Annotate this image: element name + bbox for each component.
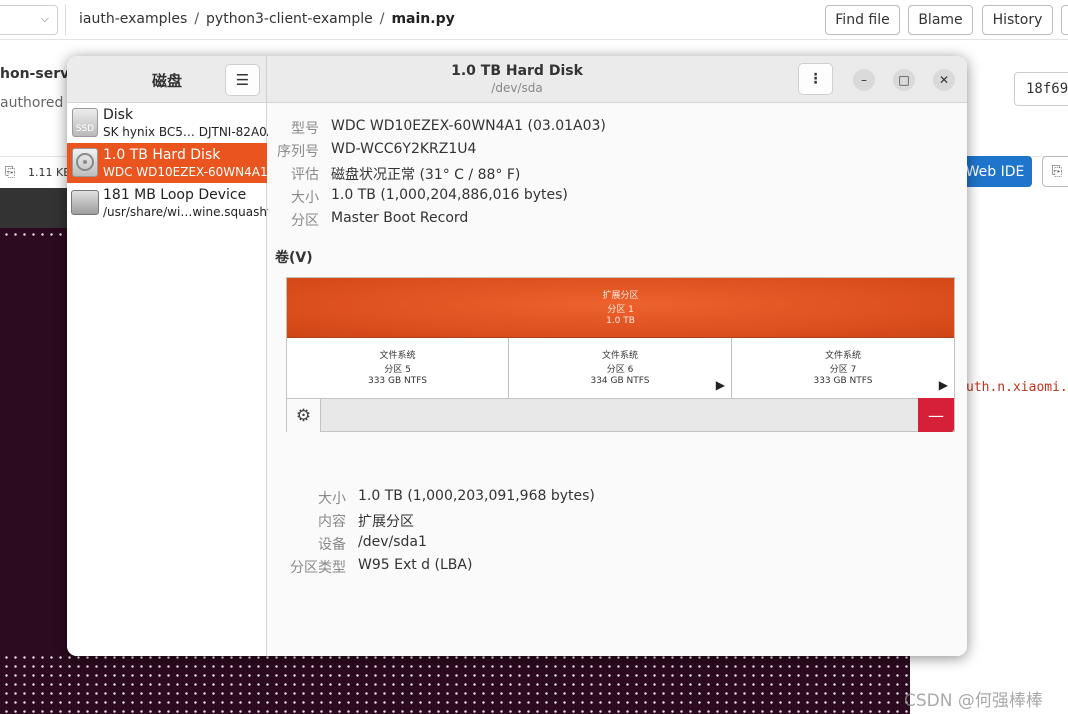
loop-device-icon <box>71 190 99 215</box>
drive-details: 型号 WDC WD10EZEX-60WN4A1 (03.01A03) 序列号 W… <box>268 103 967 656</box>
play-icon: ▶ <box>715 378 725 392</box>
partition-info-type: 分区类型 W95 Ext d (LBA) <box>290 557 473 576</box>
drive-model: /usr/share/wi…wine.squashfs <box>103 205 278 219</box>
partition-info-size: 大小 1.0 TB (1,000,203,091,968 bytes) <box>318 488 595 507</box>
minimize-button[interactable]: – <box>853 69 875 91</box>
play-icon: ▶ <box>938 378 948 392</box>
breadcrumb-item-file: main.py <box>391 11 455 27</box>
kebab-icon: ⋮ <box>808 71 823 87</box>
file-size: 1.11 KB <box>28 166 71 179</box>
window-subtitle: /dev/sda <box>491 81 543 95</box>
copy-icon[interactable]: ⎘ <box>1042 156 1068 187</box>
extended-partition[interactable]: 扩展分区 分区 1 1.0 TB <box>287 278 954 338</box>
disk-info-serial: 序列号 WD-WCC6Y2KRZ1U4 <box>277 141 477 160</box>
drive-model: WDC WD10EZEX-60WN4A1 <box>103 165 268 179</box>
volume-toolbar: ⚙ — <box>287 398 954 432</box>
partition-6[interactable]: 文件系统 分区 6 334 GB NTFS ▶ <box>509 338 732 398</box>
disk-info-model: 型号 WDC WD10EZEX-60WN4A1 (03.01A03) <box>291 118 606 137</box>
ssd-icon: SSD <box>72 108 98 137</box>
file-icon: ⎘ <box>5 165 16 180</box>
code-snippet: uth.n.xiaomi. <box>966 380 1068 395</box>
drive-model: SK hynix BC5… DJTNI-82A0A <box>103 125 275 139</box>
divider <box>65 4 66 36</box>
titlebar: 磁盘 ☰ 1.0 TB Hard Disk /dev/sda ⋮ – □ ✕ <box>67 56 967 103</box>
disk-info-partitioning: 分区 Master Boot Record <box>291 210 469 229</box>
partition-settings-button[interactable]: ⚙ <box>287 399 321 432</box>
close-button[interactable]: ✕ <box>933 69 955 91</box>
web-ide-button[interactable]: Web IDE <box>958 156 1032 187</box>
disk-info-size: 大小 1.0 TB (1,000,204,886,016 bytes) <box>291 187 568 206</box>
commit-sha[interactable]: 18f69 <box>1014 72 1068 106</box>
drive-options-button[interactable]: ⋮ <box>798 63 833 95</box>
more-button[interactable] <box>1061 5 1068 35</box>
drive-name: 181 MB Loop Device <box>103 187 247 203</box>
disk-info-assessment: 评估 磁盘状况正常 (31° C / 88° F) <box>291 167 521 183</box>
partition-5[interactable]: 文件系统 分区 5 333 GB NTFS <box>287 338 509 398</box>
drive-item-hard-disk[interactable]: 1.0 TB Hard Disk WDC WD10EZEX-60WN4A1 <box>67 143 268 183</box>
delete-partition-button[interactable]: — <box>918 398 954 432</box>
minimize-icon: – <box>861 73 867 87</box>
partition-info-device: 设备 /dev/sda1 <box>318 534 427 553</box>
breadcrumb-item-folder[interactable]: python3-client-example <box>206 11 373 27</box>
find-file-button[interactable]: Find file <box>825 5 900 35</box>
partition-info-contents: 内容 扩展分区 <box>318 514 414 530</box>
breadcrumb-item-repo[interactable]: iauth-examples <box>79 11 187 27</box>
drive-list: SSD Disk SK hynix BC5… DJTNI-82A0A 1.0 T… <box>67 103 277 656</box>
gitlab-header: ⌵ iauth-examples / python3-client-example /… <box>0 0 1068 40</box>
volumes-heading: 卷(V) <box>275 250 313 266</box>
breadcrumb: iauth-examples / python3-client-example / ma… <box>79 11 455 27</box>
watermark: CSDN @何强棒棒 <box>904 691 1043 711</box>
maximize-button[interactable]: □ <box>893 69 915 91</box>
hard-disk-icon <box>72 148 98 177</box>
menu-button[interactable]: ☰ <box>225 64 260 96</box>
drive-item-loop-device[interactable]: 181 MB Loop Device /usr/share/wi…wine.sq… <box>67 183 277 223</box>
drive-name: 1.0 TB Hard Disk <box>103 147 221 163</box>
drive-item-ssd[interactable]: SSD Disk SK hynix BC5… DJTNI-82A0A <box>67 103 275 143</box>
branch-selector[interactable]: ⌵ <box>0 5 58 35</box>
partition-7[interactable]: 文件系统 分区 7 333 GB NTFS ▶ <box>732 338 954 398</box>
maximize-icon: □ <box>898 73 910 87</box>
window-title: 1.0 TB Hard Disk <box>451 63 583 79</box>
volume-map: 扩展分区 分区 1 1.0 TB 文件系统 分区 5 333 GB NTFS 文… <box>286 277 955 432</box>
gear-icon: ⚙ <box>295 405 312 426</box>
sidebar-header: 磁盘 ☰ <box>67 56 267 103</box>
history-button[interactable]: History <box>982 5 1053 35</box>
commit-author: authored : <box>0 95 73 111</box>
drive-name: Disk <box>103 107 134 123</box>
close-icon: ✕ <box>938 73 950 87</box>
chevron-down-icon: ⌵ <box>40 12 49 25</box>
disks-window: 磁盘 ☰ 1.0 TB Hard Disk /dev/sda ⋮ – □ ✕ S… <box>67 56 967 656</box>
hamburger-icon: ☰ <box>235 71 250 89</box>
minus-icon: — <box>928 405 944 425</box>
blame-button[interactable]: Blame <box>908 5 973 35</box>
